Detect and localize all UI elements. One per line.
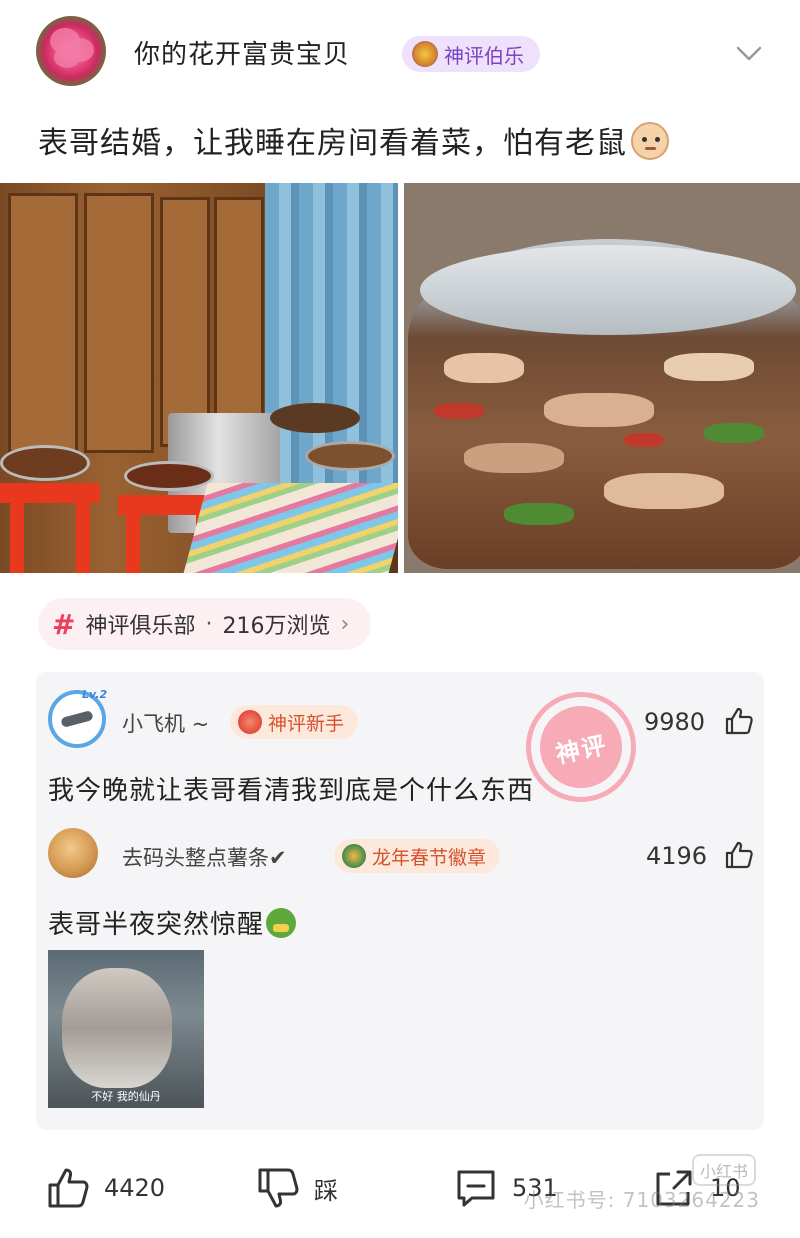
comment-text: 表哥半夜突然惊醒 xyxy=(48,904,297,941)
post-photo-dish[interactable] xyxy=(404,183,800,573)
topic-views: 216万浏览 xyxy=(222,614,331,639)
topic-name: 神评俱乐部 xyxy=(85,614,196,639)
comment-like-count: 4196 xyxy=(646,842,708,870)
post-header: 你的花开富贵宝贝 神评伯乐 xyxy=(0,0,800,100)
dislike-label: 踩 xyxy=(314,1176,338,1205)
thumbs-up-icon[interactable] xyxy=(724,706,754,736)
basin-illustration xyxy=(270,403,360,433)
frog-emoji-icon xyxy=(266,908,297,938)
watermark-logo: 小红书 xyxy=(691,1154,756,1186)
commenter-avatar[interactable] xyxy=(48,828,98,878)
badge-icon xyxy=(238,710,262,734)
author-avatar[interactable] xyxy=(36,16,106,86)
like-button[interactable]: 4420 xyxy=(46,1166,165,1210)
post-photo-room[interactable] xyxy=(0,183,398,573)
meme-caption: 不好 我的仙丹 xyxy=(91,1090,161,1103)
commenter-name[interactable]: 小飞机 ~ xyxy=(122,708,209,738)
thumbs-down-icon xyxy=(258,1168,299,1208)
author-badge-label: 神评伯乐 xyxy=(444,43,524,68)
blanket-illustration xyxy=(182,483,398,573)
badge-icon xyxy=(412,41,438,67)
hashtag-icon: # xyxy=(52,607,76,641)
chevron-down-icon[interactable] xyxy=(734,38,764,68)
author-name[interactable]: 你的花开富贵宝贝 xyxy=(134,34,350,71)
commenter-name[interactable]: 去码头整点薯条✔ xyxy=(122,842,287,872)
topic-separator: · xyxy=(205,611,213,637)
chevron-right-icon: › xyxy=(340,611,350,637)
like-count: 4420 xyxy=(104,1174,166,1202)
thumbs-up-icon xyxy=(48,1168,89,1208)
plane-icon xyxy=(60,710,94,728)
comment-icon xyxy=(457,1170,495,1207)
post-title: 表哥结婚，让我睡在房间看着菜，怕有老鼠 xyxy=(38,118,669,162)
commenter-badge-label: 龙年春节徽章 xyxy=(372,846,487,869)
basin-illustration xyxy=(305,441,395,471)
comment-meme-image[interactable]: 不好 我的仙丹 xyxy=(48,950,204,1108)
thumbs-up-icon[interactable] xyxy=(724,840,754,870)
bottom-action-bar: 4420 踩 531 10 小红书 小红书号: 7103264223 xyxy=(0,1150,800,1230)
comment-like-count: 9980 xyxy=(644,708,706,736)
stool-illustration xyxy=(0,483,100,503)
dislike-button[interactable]: 踩 xyxy=(256,1166,338,1210)
topic-tag[interactable]: # 神评俱乐部 · 216万浏览 › xyxy=(38,598,372,650)
author-badge[interactable]: 神评伯乐 xyxy=(402,36,540,72)
commenter-badge-label: 神评新手 xyxy=(268,712,345,735)
commenter-avatar[interactable]: Lv.2 xyxy=(48,688,107,748)
dragon-badge-icon xyxy=(342,844,366,868)
smirk-emoji-icon xyxy=(631,122,669,160)
comment-text: 我今晚就让表哥看清我到底是个什么东西 xyxy=(48,776,535,806)
commenter-badge[interactable]: 龙年春节徽章 xyxy=(334,839,501,873)
basin-illustration xyxy=(124,461,214,491)
featured-comment-stamp: 神评 xyxy=(515,681,647,813)
comments-section: Lv.2 小飞机 ~ 神评新手 神评 9980 我今晚就让表哥看清我到底是个什么… xyxy=(36,672,764,1130)
commenter-badge[interactable]: 神评新手 xyxy=(230,705,359,739)
basin-illustration xyxy=(0,445,90,481)
watermark-text: 小红书号: 7103264223 xyxy=(523,1188,760,1212)
